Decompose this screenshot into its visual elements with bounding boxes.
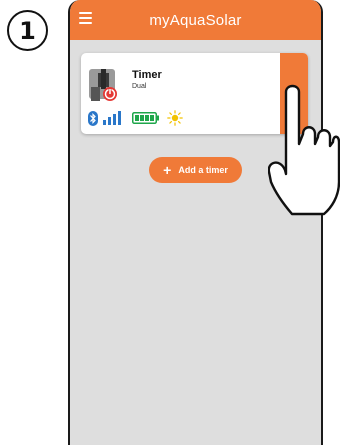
bluetooth-icon xyxy=(88,110,98,126)
timer-subtitle: Dual xyxy=(132,83,147,90)
status-icons xyxy=(88,110,183,126)
timer-title: Timer xyxy=(132,69,162,81)
timer-device-icon xyxy=(89,69,117,101)
plus-icon: + xyxy=(163,162,172,178)
add-timer-button[interactable]: + Add a timer xyxy=(149,157,242,183)
signal-strength-icon xyxy=(103,111,121,125)
battery-icon xyxy=(132,112,159,124)
pointing-hand-icon xyxy=(268,84,340,216)
phone-frame: myAquaSolar Timer Dual + Add a timer xyxy=(68,0,323,445)
app-title: myAquaSolar xyxy=(149,11,242,29)
step-number-badge: 1 xyxy=(7,10,48,51)
add-timer-label: Add a timer xyxy=(178,165,228,175)
menu-icon[interactable] xyxy=(79,12,92,24)
sun-icon xyxy=(167,110,183,126)
app-header: myAquaSolar xyxy=(70,0,321,40)
